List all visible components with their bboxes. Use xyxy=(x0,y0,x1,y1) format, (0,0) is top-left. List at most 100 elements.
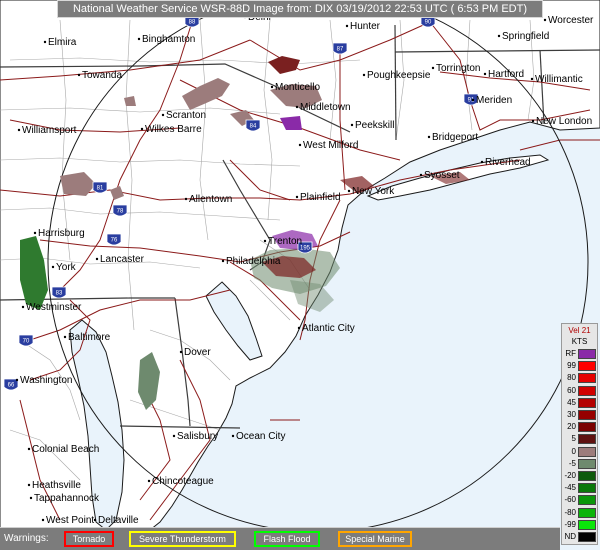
legend-value: 80 xyxy=(567,373,576,383)
city-dot xyxy=(43,40,47,44)
city-dot xyxy=(298,143,302,147)
legend-value: ND xyxy=(564,532,576,541)
legend-row: 99 xyxy=(562,360,597,372)
city-dot xyxy=(21,305,25,309)
city-label: West Point xyxy=(46,515,94,526)
city-label: Westminster xyxy=(26,302,82,313)
legend-swatch xyxy=(578,532,596,542)
legend-swatch xyxy=(578,483,596,494)
city-dot xyxy=(231,434,235,438)
city-dot xyxy=(530,77,534,81)
city-label: Elmira xyxy=(48,37,77,48)
city-dot xyxy=(543,18,547,22)
legend-value: 99 xyxy=(567,361,576,371)
legend-value: -20 xyxy=(564,471,576,480)
city-label: Dover xyxy=(184,347,211,358)
city-dot xyxy=(27,447,31,451)
warnings-label: Warnings: xyxy=(4,533,49,544)
city-label: Meriden xyxy=(476,95,512,106)
city-label: Allentown xyxy=(189,194,232,205)
city-dot xyxy=(270,85,274,89)
interstate-shield: 70 xyxy=(18,334,34,347)
legend-value: 60 xyxy=(567,385,576,395)
city-dot xyxy=(41,518,45,522)
city-dot xyxy=(77,73,81,77)
city-dot xyxy=(221,259,225,263)
city-dot xyxy=(480,160,484,164)
legend-swatch xyxy=(578,495,596,506)
legend-swatch xyxy=(578,519,596,530)
legend-row: 5 xyxy=(562,433,597,445)
warning-severe-thunderstorm-button[interactable]: Severe Thunderstorm xyxy=(129,531,236,547)
legend-swatch xyxy=(578,446,596,457)
city-dot xyxy=(95,257,99,261)
city-dot xyxy=(93,518,97,522)
legend-row: -80 xyxy=(562,507,597,519)
warning-special-marine-label: Special Marine xyxy=(345,534,405,544)
city-label: Torrington xyxy=(436,63,480,74)
city-dot xyxy=(471,98,475,102)
velocity-legend: Vel 21 KTS RF 99 80 60 45 30 20 5 0 -5 -20 -45 -60 -8… xyxy=(561,323,598,545)
city-label: Chincoteague xyxy=(152,476,214,487)
warnings-bar: Warnings: Tornado Severe Thunderstorm Fl… xyxy=(0,527,560,550)
city-label: Hartford xyxy=(488,69,524,80)
shield-number: 81 xyxy=(97,186,104,192)
city-label: Baltimore xyxy=(68,332,111,343)
legend-row: -60 xyxy=(562,494,597,506)
city-label: Springfield xyxy=(502,31,549,42)
radar-map: 88 90878491817876195837066 Elmira Binghamt… xyxy=(0,0,600,550)
city-label: Tappahannock xyxy=(34,493,100,504)
radar-title: National Weather Service WSR-88D Image f… xyxy=(57,0,543,18)
city-dot xyxy=(137,37,141,41)
city-label: Lancaster xyxy=(100,254,145,265)
warning-special-marine-button[interactable]: Special Marine xyxy=(338,531,412,547)
city-label: Scranton xyxy=(166,110,206,121)
legend-units: KTS xyxy=(571,337,588,346)
city-dot xyxy=(347,189,351,193)
city-dot xyxy=(297,326,301,330)
city-dot xyxy=(17,128,21,132)
city-dot xyxy=(51,265,55,269)
city-dot xyxy=(295,105,299,109)
city-dot xyxy=(184,197,188,201)
legend-swatch xyxy=(578,410,596,420)
city-dot xyxy=(531,119,535,123)
city-dot xyxy=(179,350,183,354)
legend-row: 60 xyxy=(562,385,597,397)
warning-severe-thunderstorm-label: Severe Thunderstorm xyxy=(139,534,226,544)
city-label: Riverhead xyxy=(485,157,531,168)
city-label: York xyxy=(56,262,77,273)
legend-swatch xyxy=(578,373,596,384)
legend-row: 30 xyxy=(562,409,597,421)
shield-number: 76 xyxy=(111,238,118,244)
shield-number: 70 xyxy=(23,339,30,345)
city-dot xyxy=(362,73,366,77)
legend-value: -45 xyxy=(564,483,576,493)
interstate-shield: 81 xyxy=(92,181,108,194)
interstate-shield: 66 xyxy=(3,378,19,391)
warning-tornado-button[interactable]: Tornado xyxy=(64,531,114,547)
city-label: Worcester xyxy=(548,15,594,26)
city-label: Syosset xyxy=(424,170,460,181)
legend-value: -5 xyxy=(568,458,576,468)
city-dot xyxy=(483,72,487,76)
city-label: Towanda xyxy=(82,70,122,81)
legend-swatch xyxy=(578,458,596,469)
city-dot xyxy=(295,195,299,199)
city-label: Ocean City xyxy=(236,431,285,442)
city-label: Atlantic City xyxy=(302,323,355,334)
city-label: Binghamton xyxy=(142,34,195,45)
legend-row: -45 xyxy=(562,482,597,494)
legend-value: -80 xyxy=(564,507,576,517)
interstate-shield: 84 xyxy=(245,119,261,132)
city-dot xyxy=(63,335,67,339)
city-label: Poughkeepsie xyxy=(367,70,431,81)
legend-value: -60 xyxy=(564,495,576,505)
warning-flash-flood-button[interactable]: Flash Flood xyxy=(254,531,320,547)
city-label: Bridgeport xyxy=(432,132,478,143)
city-dot xyxy=(431,66,435,70)
city-label: Harrisburg xyxy=(38,228,85,239)
interstate-shield: 87 xyxy=(332,42,348,55)
city-label: Plainfield xyxy=(300,192,341,203)
shield-number: 84 xyxy=(250,124,257,130)
